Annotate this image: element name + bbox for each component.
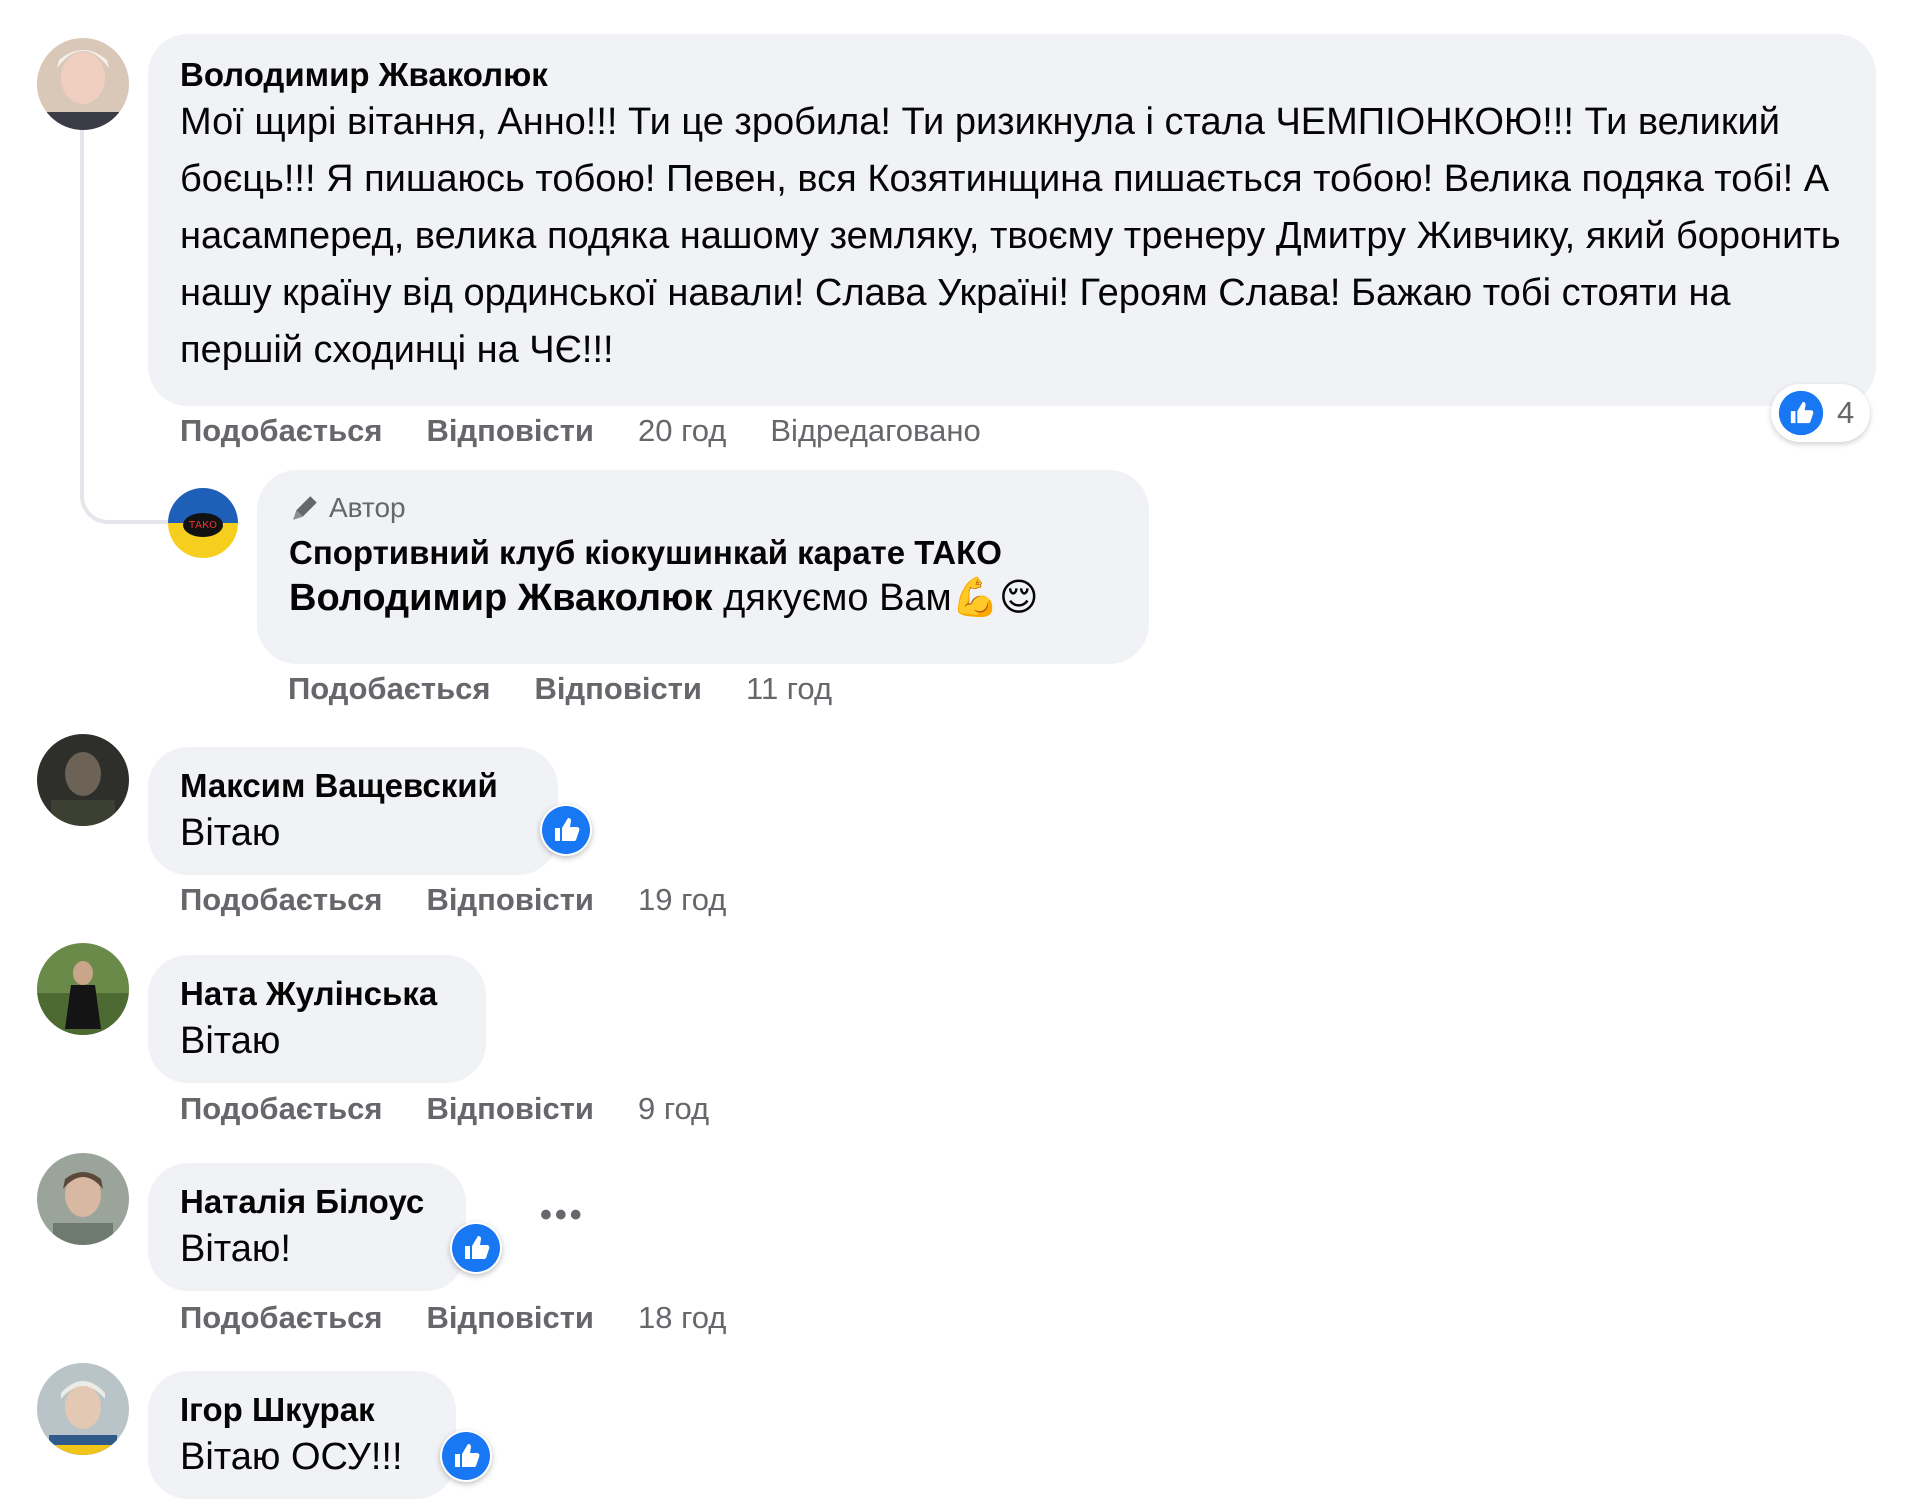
comment-actions: Подобається Відповісти 20 год Відредаговано <box>180 413 1025 449</box>
like-link[interactable]: Подобається <box>180 882 383 918</box>
comment-author[interactable]: Ната Жулінська <box>180 975 454 1013</box>
comment-author[interactable]: Ігор Шкурак <box>180 1391 424 1429</box>
like-link[interactable]: Подобається <box>180 1091 383 1127</box>
reply-text: дякуємо Вам <box>712 577 952 619</box>
reaction-count-text: 4 <box>1837 395 1855 430</box>
like-reaction-badge[interactable] <box>440 1430 492 1482</box>
thumbs-up-icon <box>452 1224 500 1272</box>
pencil-icon <box>293 496 317 520</box>
timestamp[interactable]: 9 год <box>638 1091 709 1127</box>
timestamp[interactable]: 19 год <box>638 882 726 918</box>
reply-link[interactable]: Відповісти <box>427 1300 595 1336</box>
comment-bubble: Ігор Шкурак Вітаю ОСУ!!! <box>148 1371 456 1499</box>
edited-label[interactable]: Відредаговано <box>770 413 980 449</box>
comment-author[interactable]: Володимир Жваколюк <box>180 56 1844 94</box>
like-link[interactable]: Подобається <box>180 1300 383 1336</box>
comment-actions: Подобається Відповісти 19 год <box>180 882 770 918</box>
comment-bubble: Наталія Білоус Вітаю! <box>148 1163 466 1291</box>
reply-link[interactable]: Відповісти <box>427 413 595 449</box>
comment-text: Вітаю! <box>180 1228 291 1270</box>
comment-actions: Подобається Відповісти 18 год <box>180 1300 770 1336</box>
comment-text: Мої щирі вітання, Анно!!! Ти це зробила!… <box>180 101 1841 371</box>
author-badge-label: Автор <box>329 492 406 523</box>
like-reaction-badge[interactable] <box>540 804 592 856</box>
comment-actions: Подобається Відповісти 9 год <box>180 1091 753 1127</box>
avatar[interactable] <box>37 734 129 826</box>
like-reaction-badge[interactable] <box>450 1222 502 1274</box>
avatar[interactable]: ТАКО <box>168 488 238 558</box>
avatar[interactable] <box>37 1153 129 1245</box>
more-dots-icon[interactable]: ••• <box>540 1196 585 1235</box>
comment-text: Вітаю ОСУ!!! <box>180 1436 403 1478</box>
timestamp[interactable]: 11 год <box>746 671 832 707</box>
comment-author[interactable]: Максим Ващевский <box>180 767 526 805</box>
avatar[interactable] <box>37 1363 129 1455</box>
comment-actions: Подобається Відповісти 11 год <box>288 671 876 707</box>
author-badge: Автор <box>289 492 1117 524</box>
comment-text: Вітаю <box>180 1020 281 1062</box>
avatar[interactable] <box>37 943 129 1035</box>
timestamp[interactable]: 20 год <box>638 413 726 449</box>
emoji-group: 💪😌 <box>951 577 1039 619</box>
like-link[interactable]: Подобається <box>288 671 491 707</box>
comment-bubble: Максим Ващевский Вітаю <box>148 747 558 875</box>
comment-text: Володимир Жваколюк дякуємо Вам💪😌 <box>289 570 1117 627</box>
thumbs-up-icon <box>442 1432 490 1480</box>
comment-bubble: Ната Жулінська Вітаю <box>148 955 486 1083</box>
thumbs-up-icon <box>542 806 590 854</box>
mention-link[interactable]: Володимир Жваколюк <box>289 577 713 619</box>
reply-link[interactable]: Відповісти <box>535 671 703 707</box>
comment-author[interactable]: Наталія Білоус <box>180 1183 434 1221</box>
reaction-count[interactable]: 4 <box>1771 384 1871 442</box>
comment-author[interactable]: Спортивний клуб кіокушинкай карате ТАКО <box>289 534 1117 572</box>
svg-text:ТАКО: ТАКО <box>188 520 217 531</box>
reply-link[interactable]: Відповісти <box>427 1091 595 1127</box>
comment-text: Вітаю <box>180 812 281 854</box>
comment-bubble: Володимир Жваколюк Мої щирі вітання, Анн… <box>148 34 1876 406</box>
reply-link[interactable]: Відповісти <box>427 882 595 918</box>
like-link[interactable]: Подобається <box>180 413 383 449</box>
thumbs-up-icon <box>1778 390 1824 436</box>
reply-bubble: Автор Спортивний клуб кіокушинкай карате… <box>257 470 1149 664</box>
avatar[interactable] <box>37 38 129 130</box>
timestamp[interactable]: 18 год <box>638 1300 726 1336</box>
